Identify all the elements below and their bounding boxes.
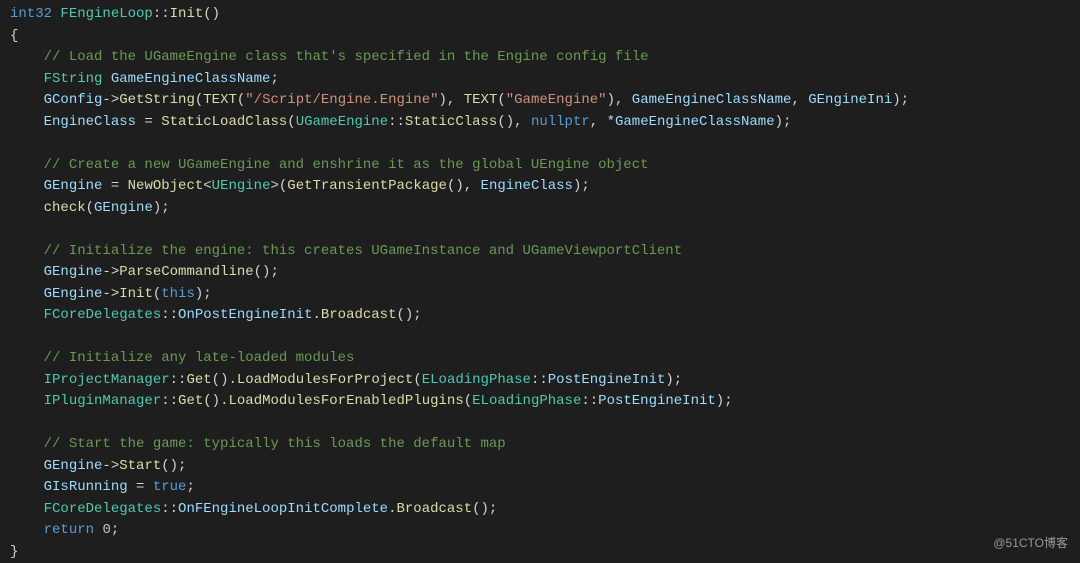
watermark: @51CTO博客 xyxy=(993,533,1068,555)
type: FEngineLoop xyxy=(60,6,152,22)
method: Init xyxy=(170,6,204,22)
code-block: int32 FEngineLoop::Init() { // Load the … xyxy=(0,0,1080,563)
keyword: int32 xyxy=(10,6,52,22)
comment: // Load the UGameEngine class that's spe… xyxy=(44,49,649,65)
